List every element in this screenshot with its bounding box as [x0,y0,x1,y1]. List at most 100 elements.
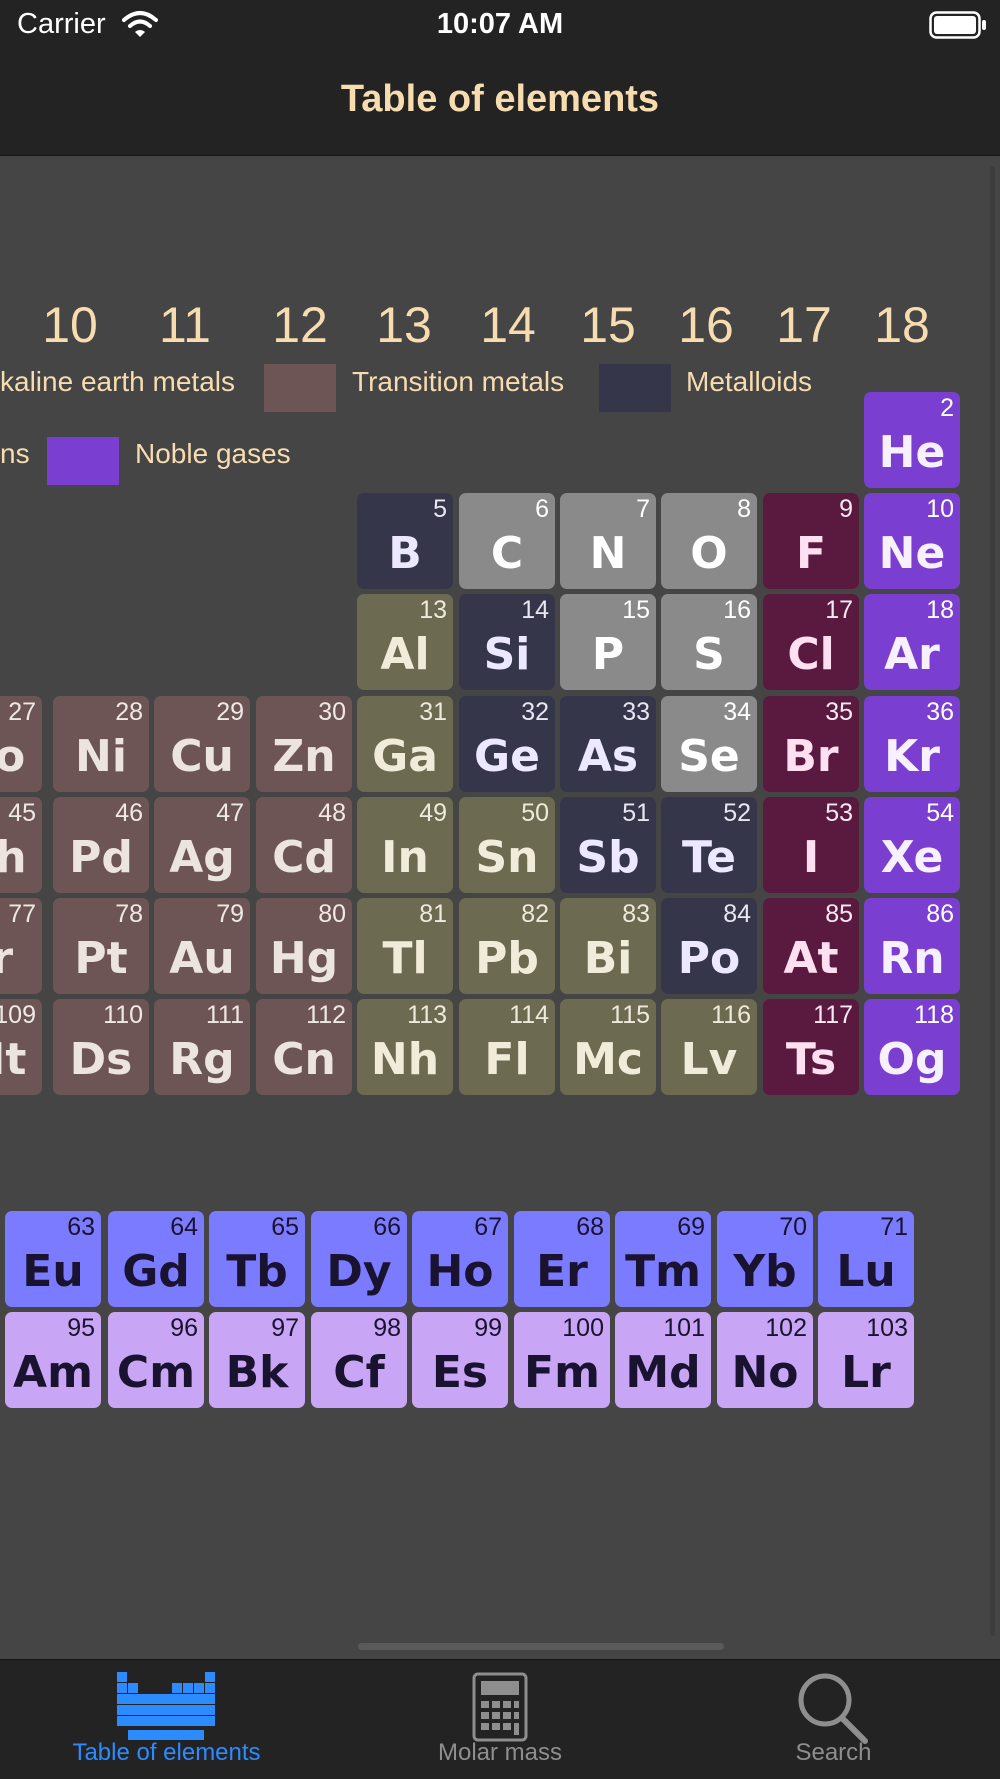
element-cell-ts[interactable]: 117 Ts [763,999,859,1095]
element-cell-ga[interactable]: 31 Ga [357,696,453,792]
element-cell-rg[interactable]: 111 Rg [154,999,250,1095]
element-cell-ar[interactable]: 18 Ar [864,594,960,690]
element-cell-n[interactable]: 7N [560,493,656,589]
element-cell-al[interactable]: 13 Al [357,594,453,690]
element-cell-pb[interactable]: 82 Pb [459,898,555,994]
element-cell-po[interactable]: 84 Po [661,898,757,994]
element-cell-b[interactable]: 5B [357,493,453,589]
navigation-bar: Table of elements [0,52,1000,156]
element-cell-cl[interactable]: 17 Cl [763,594,859,690]
element-cell-at[interactable]: 85 At [763,898,859,994]
element-cell-in[interactable]: 49 In [357,797,453,893]
atomic-number: 51 [622,799,650,827]
element-cell-dy[interactable]: 66 Dy [311,1211,407,1307]
group-number-14: 14 [480,297,536,353]
element-cell-lr[interactable]: 103 Lr [818,1312,914,1408]
element-cell-ni[interactable]: 28 Ni [53,696,149,792]
element-cell-cn[interactable]: 112 Cn [256,999,352,1095]
element-cell-f[interactable]: 9F [763,493,859,589]
element-cell-fl[interactable]: 114 Fl [459,999,555,1095]
element-cell-mt[interactable]: 109 Mt [0,999,42,1095]
element-cell-he[interactable]: 2 He [864,392,960,488]
element-cell-no[interactable]: 102 No [717,1312,813,1408]
element-cell-cu[interactable]: 29 Cu [154,696,250,792]
element-cell-se[interactable]: 34 Se [661,696,757,792]
element-cell-fm[interactable]: 100 Fm [514,1312,610,1408]
element-cell-pt[interactable]: 78 Pt [53,898,149,994]
tab-search[interactable]: Search [667,1660,1000,1779]
element-cell-gd[interactable]: 64 Gd [108,1211,204,1307]
element-symbol: I [802,832,820,883]
element-cell-o[interactable]: 8O [661,493,757,589]
atomic-number: 116 [711,1001,751,1029]
element-cell-au[interactable]: 79 Au [154,898,250,994]
element-symbol: Ni [75,731,127,782]
atomic-number: 29 [216,698,244,726]
atomic-number: 113 [407,1001,447,1029]
element-cell-nh[interactable]: 113 Nh [357,999,453,1095]
clock: 10:07 AM [436,8,564,40]
tab-table-of-elements[interactable]: Table of elements [0,1660,333,1779]
element-cell-ag[interactable]: 47 Ag [154,797,250,893]
horizontal-scrollbar[interactable] [358,1643,724,1650]
element-cell-tl[interactable]: 81 Tl [357,898,453,994]
atomic-number: 100 [562,1314,604,1342]
atomic-number: 63 [67,1213,95,1241]
element-cell-sn[interactable]: 50 Sn [459,797,555,893]
element-cell-zn[interactable]: 30 Zn [256,696,352,792]
element-cell-tm[interactable]: 69 Tm [615,1211,711,1307]
element-cell-md[interactable]: 101 Md [615,1312,711,1408]
element-cell-mc[interactable]: 115 Mc [560,999,656,1095]
element-cell-ge[interactable]: 32 Ge [459,696,555,792]
element-cell-s[interactable]: 16 S [661,594,757,690]
element-cell-kr[interactable]: 36 Kr [864,696,960,792]
element-cell-c[interactable]: 6C [459,493,555,589]
element-symbol: As [577,731,639,782]
element-cell-ho[interactable]: 67 Ho [412,1211,508,1307]
element-cell-lu[interactable]: 71 Lu [818,1211,914,1307]
atomic-number: 77 [8,900,36,928]
atomic-number: 70 [779,1213,807,1241]
element-cell-yb[interactable]: 70 Yb [717,1211,813,1307]
element-cell-rn[interactable]: 86 Rn [864,898,960,994]
element-cell-bk[interactable]: 97 Bk [209,1312,305,1408]
element-cell-og[interactable]: 118 Og [864,999,960,1095]
periodic-table-icon [117,1672,215,1740]
element-cell-te[interactable]: 52 Te [661,797,757,893]
atomic-number: 118 [914,1001,954,1029]
element-cell-bi[interactable]: 83 Bi [560,898,656,994]
atomic-number: 28 [115,698,143,726]
atomic-number: 2 [940,394,954,422]
element-cell-es[interactable]: 99 Es [412,1312,508,1408]
tab-molar-mass[interactable]: Molar mass [333,1660,667,1779]
element-symbol: Am [13,1347,93,1398]
element-cell-co[interactable]: 27 Co [0,696,42,792]
element-cell-ds[interactable]: 110 Ds [53,999,149,1095]
element-cell-rh[interactable]: 45 Rh [0,797,42,893]
element-cell-i[interactable]: 53 I [763,797,859,893]
periodic-table-scroll-area[interactable]: 10 11 12 13 14 15 16 17 18 kaline earth … [0,156,1000,1659]
element-cell-ir[interactable]: 77 Ir [0,898,42,994]
element-cell-br[interactable]: 35 Br [763,696,859,792]
element-cell-xe[interactable]: 54 Xe [864,797,960,893]
element-cell-am[interactable]: 95 Am [5,1312,101,1408]
element-cell-cf[interactable]: 98 Cf [311,1312,407,1408]
element-cell-pd[interactable]: 46 Pd [53,797,149,893]
element-cell-si[interactable]: 14 Si [459,594,555,690]
element-cell-cd[interactable]: 48 Cd [256,797,352,893]
atomic-number: 52 [723,799,751,827]
element-cell-sb[interactable]: 51 Sb [560,797,656,893]
element-cell-er[interactable]: 68 Er [514,1211,610,1307]
element-cell-ne[interactable]: 10 Ne [864,493,960,589]
element-cell-eu[interactable]: 63 Eu [5,1211,101,1307]
element-cell-tb[interactable]: 65 Tb [209,1211,305,1307]
element-cell-hg[interactable]: 80 Hg [256,898,352,994]
element-cell-as[interactable]: 33 As [560,696,656,792]
atomic-number: 96 [170,1314,198,1342]
vertical-scrollbar[interactable] [990,166,995,1636]
element-cell-cm[interactable]: 96 Cm [108,1312,204,1408]
atomic-number: 95 [67,1314,95,1342]
element-cell-p[interactable]: 15 P [560,594,656,690]
element-cell-lv[interactable]: 116 Lv [661,999,757,1095]
element-symbol: Ir [0,933,14,984]
